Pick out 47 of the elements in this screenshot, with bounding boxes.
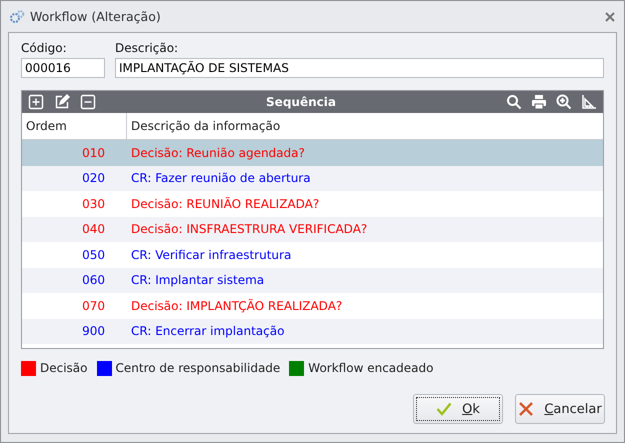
cancel-button[interactable]: Cancelar xyxy=(515,394,605,424)
table-cell-text: 020 xyxy=(82,171,106,186)
ruler-icon[interactable] xyxy=(581,94,597,110)
table-cell-text: 050 xyxy=(82,248,106,262)
table-row[interactable]: 900 CR: Encerrar implantação xyxy=(22,318,603,344)
table-cell-text: Decisão: INSFRAESTRURA VERIFICADA? xyxy=(130,222,368,236)
input-field[interactable]: IMPLANTAÇÃO DE SISTEMAS xyxy=(115,58,604,78)
edit-icon[interactable] xyxy=(54,94,70,110)
ok-button[interactable]: Ok xyxy=(413,394,503,424)
add-icon[interactable] xyxy=(28,94,44,110)
table-cell-text: CR: Fazer reunião de abertura xyxy=(130,171,311,186)
check-icon xyxy=(436,402,452,416)
zoom-in-icon[interactable] xyxy=(556,94,572,110)
table-cell-text: Decisão: REUNIÃO REALIZADA? xyxy=(130,196,320,211)
legend-label: Workflow encadeado xyxy=(308,361,434,375)
table-row[interactable]: 040 Decisão: INSFRAESTRURA VERIFICADA? xyxy=(22,216,603,242)
legend-label: Centro de responsabilidade xyxy=(116,361,280,375)
table-cell-text: 070 xyxy=(82,298,106,313)
table-cell-text: CR: Verificar infraestrutura xyxy=(130,248,292,262)
printer-icon[interactable] xyxy=(531,94,547,110)
search-icon[interactable] xyxy=(506,94,522,110)
gear-icon xyxy=(9,8,25,24)
table-row[interactable]: 070 Decisão: IMPLANTÇÃO REALIZADA? xyxy=(22,293,603,318)
remove-icon[interactable] xyxy=(80,94,96,110)
field-label: Código: xyxy=(21,41,68,55)
table-cell-text: CR: Implantar sistema xyxy=(130,273,264,288)
table-cell-text: Decisão: IMPLANTÇÃO REALIZADA? xyxy=(130,298,342,313)
table-row[interactable]: 060 CR: Implantar sistema xyxy=(22,268,603,293)
table-cell-text: CR: Encerrar implantação xyxy=(130,324,284,338)
table-row[interactable]: 030 Decisão: REUNIÃO REALIZADA? xyxy=(22,191,603,216)
column-header[interactable]: Ordem xyxy=(22,113,127,139)
close-icon xyxy=(518,401,534,417)
field-label: Descrição: xyxy=(115,41,180,55)
table-row[interactable]: 050 CR: Verificar infraestrutura xyxy=(22,242,603,268)
table-cell-text: 060 xyxy=(82,273,106,288)
table-cell-text: 010 xyxy=(82,146,106,160)
window-title: Workflow (Alteração) xyxy=(30,9,162,24)
column-header[interactable]: Descrição da informação xyxy=(127,113,603,139)
close-icon[interactable] xyxy=(604,10,616,22)
table-cell-text: 040 xyxy=(82,222,106,236)
grid-title: Sequência xyxy=(265,95,337,109)
table-row[interactable]: 020 CR: Fazer reunião de abertura xyxy=(22,166,603,191)
table-cell-text: Decisão: Reunião agendada? xyxy=(130,146,305,160)
legend-label: Decisão xyxy=(40,361,88,375)
table-cell-text: 030 xyxy=(82,196,106,211)
input-field[interactable]: 000016 xyxy=(21,58,105,78)
table-cell-text: 900 xyxy=(82,324,106,338)
